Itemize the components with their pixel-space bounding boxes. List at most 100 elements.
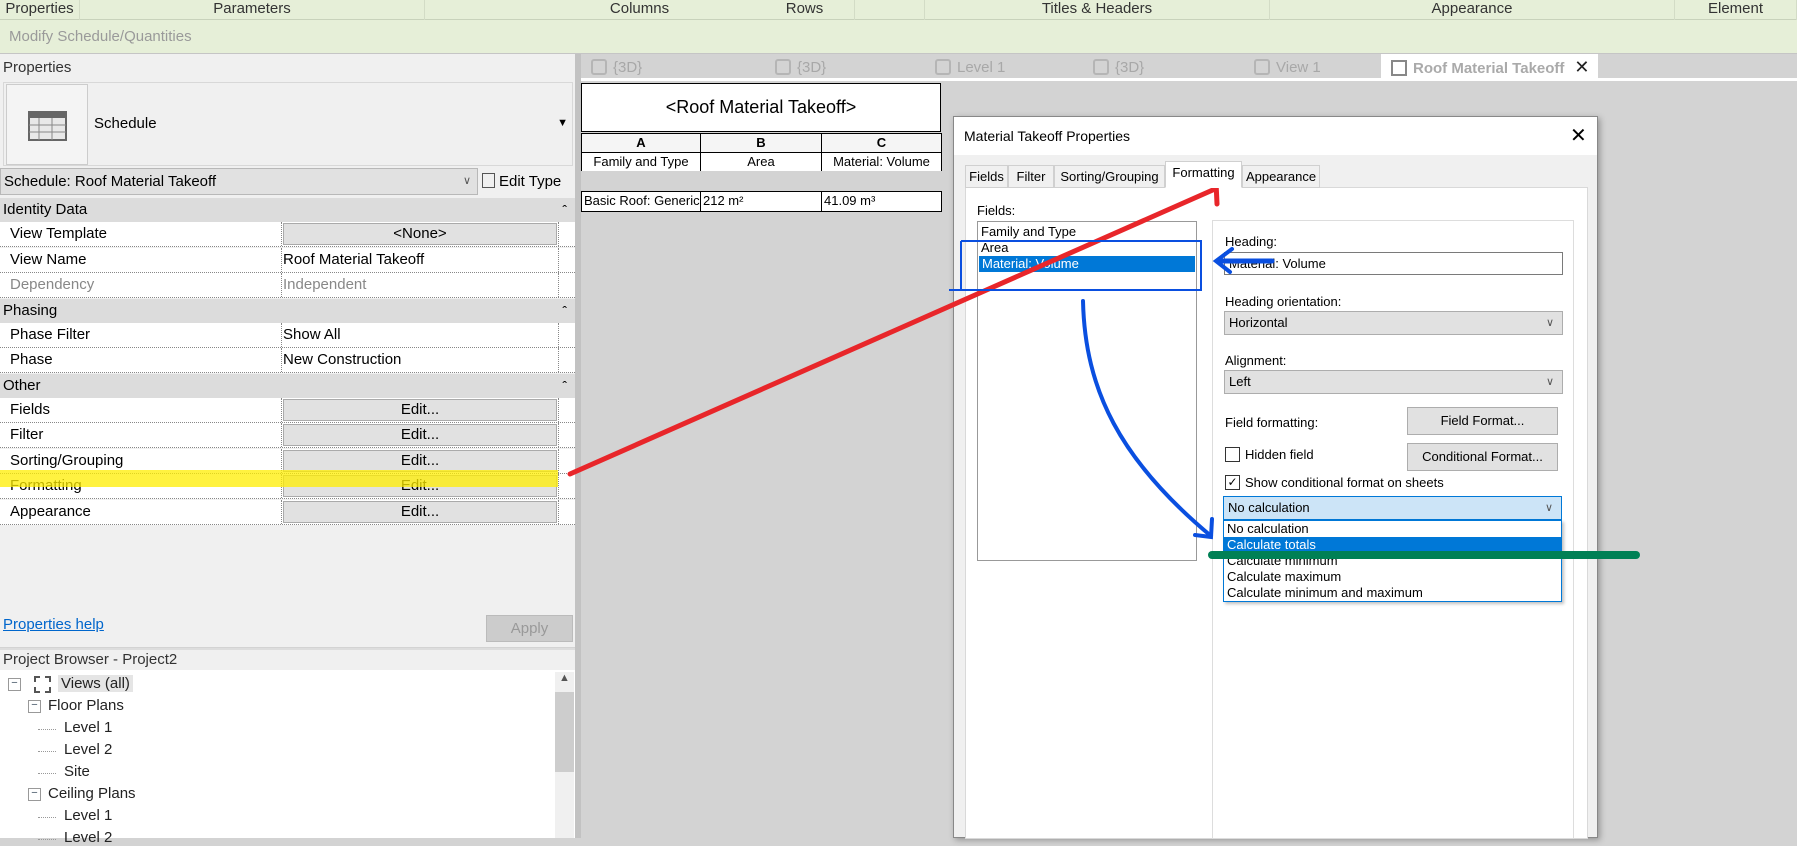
project-browser: Project Browser - Project2 − Views (all) −…: [0, 648, 575, 846]
calculation-select[interactable]: No calculation ∨: [1223, 496, 1562, 520]
ribbon-tab-properties[interactable]: Properties: [0, 0, 80, 20]
calculation-option[interactable]: No calculation: [1224, 521, 1561, 537]
view-tab--3d-[interactable]: {3D}: [591, 56, 642, 80]
calculation-option[interactable]: Calculate minimum and maximum: [1224, 585, 1561, 601]
field-list-item[interactable]: Material: Volume: [979, 256, 1195, 272]
heading-orientation-select[interactable]: Horizontal ∨: [1224, 311, 1563, 335]
ribbon-tab-element[interactable]: Element: [1675, 0, 1797, 20]
collapse-tree-icon[interactable]: −: [8, 678, 21, 691]
property-name: Formatting: [10, 477, 82, 494]
field-format-button[interactable]: Field Format...: [1407, 407, 1558, 435]
ribbon-tab-appearance[interactable]: Appearance: [1270, 0, 1675, 20]
property-edit-button[interactable]: Edit...: [283, 449, 557, 472]
schedule-title: <Roof Material Takeoff>: [581, 83, 941, 132]
calculation-option[interactable]: Calculate maximum: [1224, 569, 1561, 585]
group-name: Phasing: [3, 301, 58, 319]
view-tab--3d-[interactable]: {3D}: [1093, 56, 1144, 80]
column-letter-b[interactable]: B: [700, 133, 822, 153]
tree-connector: [38, 817, 56, 818]
collapse-tree-icon[interactable]: −: [28, 788, 41, 801]
group-header-identity-data[interactable]: Identity Data ˆ: [0, 198, 575, 222]
close-icon[interactable]: ✕: [1570, 123, 1587, 148]
tree-item[interactable]: Level 2: [64, 741, 112, 758]
column-letter-c[interactable]: C: [821, 133, 942, 153]
browser-scrollbar[interactable]: ▲: [555, 672, 574, 838]
property-row-appearance: Appearance Edit...: [0, 499, 575, 525]
column-header[interactable]: Area: [700, 152, 822, 172]
heading-input[interactable]: Material: Volume: [1224, 252, 1563, 275]
type-preview[interactable]: Schedule ▼: [3, 82, 573, 166]
property-value[interactable]: Show All: [281, 322, 559, 347]
edit-type-button[interactable]: Edit Type: [482, 168, 561, 195]
chevron-down-icon: ∨: [1545, 376, 1554, 388]
property-edit-button[interactable]: <None>: [283, 223, 557, 245]
column-header[interactable]: Family and Type: [581, 152, 701, 172]
schedule-cell[interactable]: 41.09 m³: [821, 191, 942, 212]
group-header-phasing[interactable]: Phasing ˆ: [0, 298, 575, 323]
tree-item[interactable]: Level 1: [64, 807, 112, 824]
group-name: Identity Data: [3, 201, 88, 218]
chevron-down-icon: ∨: [1545, 317, 1554, 329]
property-edit-button[interactable]: Edit...: [283, 500, 557, 523]
collapse-icon[interactable]: ˆ: [562, 198, 567, 222]
property-name: Filter: [10, 426, 44, 443]
show-conditional-format-label: Show conditional format on sheets: [1245, 475, 1444, 490]
property-name: Fields: [10, 400, 51, 418]
properties-help-link[interactable]: Properties help: [3, 616, 104, 633]
view-tab--3d-[interactable]: {3D}: [775, 56, 826, 80]
tab-filter[interactable]: Filter: [1008, 165, 1054, 188]
field-list-item[interactable]: Area: [978, 240, 1196, 256]
scroll-thumb[interactable]: [555, 692, 574, 772]
property-edit-button[interactable]: Edit...: [283, 424, 557, 446]
column-header[interactable]: Material: Volume: [821, 152, 942, 172]
collapse-tree-icon[interactable]: −: [28, 700, 41, 713]
property-edit-button[interactable]: Edit...: [283, 398, 557, 421]
tab-formatting[interactable]: Formatting: [1165, 161, 1242, 188]
view-tab-roof-material-takeoff[interactable]: Roof Material Takeoff ✕: [1381, 54, 1598, 81]
group-header-other[interactable]: Other ˆ: [0, 373, 575, 398]
calculation-option[interactable]: Calculate totals: [1224, 537, 1561, 553]
apply-button[interactable]: Apply: [486, 615, 573, 642]
conditional-format-button[interactable]: Conditional Format...: [1407, 443, 1558, 471]
property-edit-button[interactable]: Edit...: [283, 475, 557, 497]
close-tab-icon[interactable]: ✕: [1574, 57, 1589, 77]
collapse-icon[interactable]: ˆ: [562, 299, 567, 323]
view-tab-label: View 1: [1276, 59, 1321, 76]
tab-sorting-grouping[interactable]: Sorting/Grouping: [1054, 165, 1165, 188]
field-list-item[interactable]: Family and Type: [978, 224, 1196, 240]
column-letter-a[interactable]: A: [581, 133, 701, 153]
tree-item[interactable]: Floor Plans: [48, 697, 124, 714]
property-value: Edit...: [281, 499, 559, 524]
ribbon-tab-titles-headers[interactable]: Titles & Headers: [925, 0, 1270, 20]
scroll-up-icon[interactable]: ▲: [555, 672, 574, 684]
ribbon-tab-rows[interactable]: Rows: [685, 0, 925, 20]
heading-orientation-value: Horizontal: [1229, 315, 1288, 330]
schedule-cell[interactable]: 212 m²: [700, 191, 822, 212]
collapse-icon[interactable]: ˆ: [562, 374, 567, 398]
tree-item[interactable]: Views (all): [58, 675, 133, 692]
alignment-select[interactable]: Left ∨: [1224, 370, 1563, 394]
tab-appearance[interactable]: Appearance: [1242, 165, 1320, 188]
ribbon-tab-parameters[interactable]: Parameters: [80, 0, 425, 20]
property-value[interactable]: New Construction: [281, 348, 559, 372]
type-dropdown-icon[interactable]: ▼: [557, 117, 568, 129]
tab-fields[interactable]: Fields: [965, 165, 1008, 188]
hidden-field-checkbox[interactable]: [1225, 447, 1240, 462]
view-tab-view-1[interactable]: View 1: [1254, 56, 1321, 80]
properties-title: Properties: [3, 59, 72, 76]
fields-list[interactable]: Family and Type Area Material: Volume: [977, 221, 1197, 561]
context-label: Modify Schedule/Quantities: [9, 28, 192, 45]
view-tab-label: {3D}: [797, 59, 827, 76]
calculation-option[interactable]: Calculate minimum: [1224, 553, 1561, 569]
property-row-view-name: View Name Roof Material Takeoff: [0, 247, 575, 273]
view-tab-level-1[interactable]: Level 1: [935, 56, 1005, 80]
property-value[interactable]: Roof Material Takeoff: [281, 247, 559, 272]
tree-item[interactable]: Level 1: [64, 719, 112, 736]
instance-selector[interactable]: Schedule: Roof Material Takeoff ∨: [0, 168, 478, 195]
property-name: Sorting/Grouping: [10, 451, 124, 469]
tree-item[interactable]: Ceiling Plans: [48, 785, 136, 802]
schedule-cell[interactable]: Basic Roof: Generic: [581, 191, 701, 212]
show-conditional-format-checkbox[interactable]: ✓: [1225, 475, 1240, 490]
property-name: Dependency: [10, 276, 95, 293]
tree-item[interactable]: Site: [64, 763, 90, 780]
